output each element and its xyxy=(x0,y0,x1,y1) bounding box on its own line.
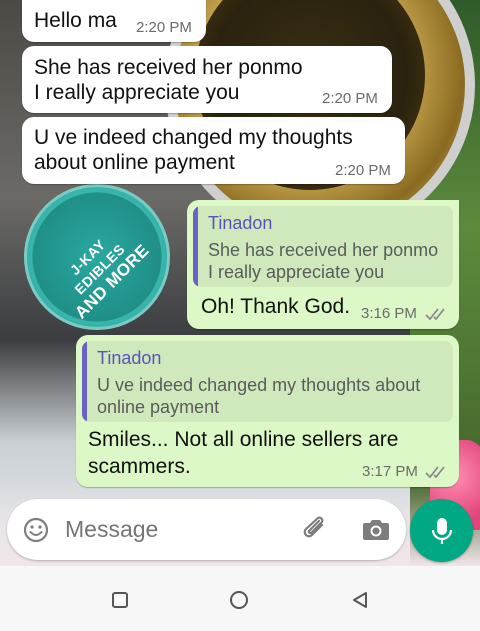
camera-icon[interactable] xyxy=(361,515,391,543)
mic-icon xyxy=(431,518,453,544)
emoji-icon[interactable] xyxy=(22,516,50,544)
quote-bar xyxy=(82,341,87,422)
home-icon[interactable] xyxy=(229,590,249,610)
back-icon[interactable] xyxy=(350,590,370,610)
read-receipt-icon xyxy=(425,466,445,479)
message-text-line: Smiles... Not all online sellers are xyxy=(88,428,399,451)
message-text-line: I really appreciate you xyxy=(34,81,240,104)
quote-bar xyxy=(193,206,198,287)
message-input[interactable] xyxy=(65,516,285,543)
message-time: 2:20 PM xyxy=(322,90,378,107)
read-receipt-icon xyxy=(425,308,445,321)
outgoing-message[interactable]: Tinadon U ve indeed changed my thoughts … xyxy=(76,335,459,487)
outgoing-message[interactable]: Tinadon She has received her ponmo I rea… xyxy=(187,200,459,329)
message-text-line: about online payment xyxy=(34,151,235,174)
system-navigation-bar xyxy=(0,566,480,631)
quote-text-line: I really appreciate you xyxy=(208,262,385,282)
quoted-message[interactable]: Tinadon U ve indeed changed my thoughts … xyxy=(82,341,453,422)
quote-author: Tinadon xyxy=(97,348,162,368)
incoming-message[interactable]: Hello ma 2:20 PM xyxy=(22,0,206,42)
quote-text-line: U ve indeed changed my thoughts about xyxy=(97,375,421,395)
attach-icon[interactable] xyxy=(302,515,332,545)
message-time: 3:17 PM xyxy=(362,463,418,480)
quote-text-line: She has received her ponmo xyxy=(208,240,439,260)
message-text-line: scammers. xyxy=(88,455,191,478)
recents-icon[interactable] xyxy=(111,591,129,609)
quoted-message[interactable]: Tinadon She has received her ponmo I rea… xyxy=(193,206,453,287)
quote-author: Tinadon xyxy=(208,213,273,233)
incoming-message[interactable]: U ve indeed changed my thoughts about on… xyxy=(22,117,405,184)
quote-text-line: online payment xyxy=(97,397,220,417)
message-time: 2:20 PM xyxy=(136,19,192,36)
message-text-line: U ve indeed changed my thoughts xyxy=(34,126,353,149)
message-text: Hello ma xyxy=(34,9,117,32)
message-text: Oh! Thank God. xyxy=(201,295,351,318)
message-text-line: She has received her ponmo xyxy=(34,56,303,79)
message-time: 2:20 PM xyxy=(335,162,391,179)
incoming-message[interactable]: She has received her ponmo I really appr… xyxy=(22,46,392,113)
message-time: 3:16 PM xyxy=(361,305,417,322)
